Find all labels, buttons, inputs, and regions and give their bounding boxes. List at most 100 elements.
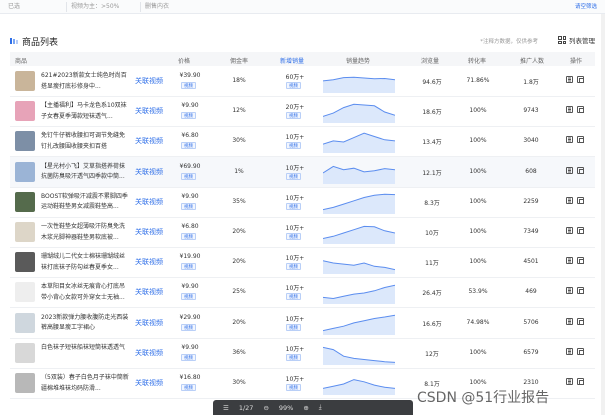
column-commission[interactable]: 佣金率 [230,56,248,65]
product-name[interactable]: 【星光村小飞】艾草指搭养荷抹抗菌防臭吸汗透气四季款中筒... [41,162,130,184]
page-title: 商品列表 [22,38,59,48]
conversion-rate: 71.86% [466,77,490,84]
related-video-link[interactable]: 关联视频 [135,76,163,86]
table-row[interactable]: 珊瑚绒儿二代女士棉袜珊瑚绒丝袜打底袜子防勾丝春夏季女... 关联视频 ¥19.90 视… [10,247,595,279]
detail-icon[interactable] [566,227,573,234]
add-icon[interactable] [577,196,584,204]
product-name[interactable]: 2023新款弹力腰收腹防走光西装裤高腰显瘦工字裙心 [41,313,130,335]
add-icon[interactable] [577,76,584,83]
product-thumbnail[interactable] [15,191,35,212]
sales-trend-sparkline [323,285,395,305]
related-video-link[interactable]: 关联视频 [135,257,163,267]
product-name[interactable]: BOOST软弹吸汗减震不累脚四季运动鞋鞋垫男女减震鞋垫高... [41,192,130,214]
detail-icon[interactable] [566,136,573,144]
related-video-link[interactable]: 关联视频 [135,378,163,388]
column-price[interactable]: 价格 [178,56,190,65]
table-row[interactable]: 白色袜子短袜船袜短筒袜透透气 关联视频 ¥9.90 视频 36% 10万+ 视频 12万 100… [10,338,595,369]
add-icon[interactable] [577,227,584,234]
product-thumbnail[interactable] [15,101,35,122]
table-row[interactable]: 2023新款弹力腰收腹防走光西装裤高腰显瘦工字裙心 关联视频 ¥29.90 视频 20%… [10,308,595,339]
add-icon[interactable] [577,106,584,114]
view-count: 26.4万 [422,290,442,298]
table-row[interactable]: 621#2023新款女士纯色时尚百搭显瘦打底衫修身中... 关联视频 ¥39.90 视… [10,66,595,97]
related-video-link[interactable]: 关联视频 [135,227,163,237]
column-views[interactable]: 浏览量 [421,56,439,65]
promoter-count: 2259 [523,197,539,205]
product-thumbnail[interactable] [15,252,35,273]
page-indicator[interactable]: 1/27 [239,404,254,412]
promoter-count: 3040 [523,137,539,145]
column-new-sales[interactable]: 新增销量 [280,56,304,65]
related-video-link[interactable]: 关联视频 [135,197,163,207]
detail-icon[interactable] [566,166,573,174]
product-thumbnail[interactable] [15,373,35,393]
add-icon[interactable] [577,347,584,355]
add-icon[interactable] [577,136,584,144]
video-tag: 视频 [181,233,196,240]
promoter-count: 5706 [523,318,539,326]
zoom-out-icon[interactable]: ⊖ [263,404,268,412]
related-video-link[interactable]: 关联视频 [135,287,163,297]
related-video-link[interactable]: 关联视频 [135,136,163,146]
detail-icon[interactable] [566,317,573,325]
detail-icon[interactable] [566,257,573,265]
conversion-rate: 53.9% [468,288,488,296]
vertical-scrollbar[interactable] [601,14,605,415]
product-name[interactable]: 本草阳目女冰丝无痕背心打底吊带小背心女款可外穿女士无袖... [41,282,130,304]
product-thumbnail[interactable] [15,131,35,152]
product-name[interactable]: 珊瑚绒儿二代女士棉袜珊瑚绒丝袜打底袜子防勾丝春夏季女... [41,252,130,274]
trend-area [323,193,395,214]
related-video-link[interactable]: 关联视频 [135,106,163,116]
table-row[interactable]: 【星光村小飞】艾草指搭养荷抹抗菌防臭吸汗透气四季款中筒... 关联视频 ¥69.90… [10,156,595,188]
product-name[interactable]: （5双装）春子白色月子袜中筒新疆棉堆堆袜均码防滑... [41,373,130,395]
detail-icon[interactable] [566,287,573,295]
sales-trend-sparkline [323,76,395,93]
list-header: 商品列表 *注释方数据，仅供参考 列表管理 [10,33,595,49]
related-video-link[interactable]: 关联视频 [135,167,163,177]
product-thumbnail[interactable] [15,71,35,91]
zoom-in-icon[interactable]: ⊕ [303,404,308,412]
clear-filters-link[interactable]: 请空筛选 [575,2,597,10]
product-name[interactable]: 【主播福利】马卡龙色系10双袜子女春夏季薄款短袜透气... [41,101,130,123]
sidebar-toggle-icon[interactable]: ☰ [223,404,229,412]
product-thumbnail[interactable] [15,222,35,242]
sales-trend-sparkline [323,103,395,124]
column-actions: 操作 [570,58,583,65]
add-icon[interactable] [577,287,584,295]
product-thumbnail[interactable] [15,161,35,182]
product-price: ¥39.90 [179,72,201,79]
table-row[interactable]: 本草阳目女冰丝无痕背心打底吊带小背心女款可外穿女士无袖... 关联视频 ¥9.90 视… [10,277,595,309]
product-name[interactable]: 621#2023新款女士纯色时尚百搭显瘦打底衫修身中... [41,71,130,93]
table-header: 商品 价格 佣金率 新增销量 销量趋势 浏览量 转化率 推广人数 操作 [10,52,595,66]
detail-icon[interactable] [566,347,573,355]
add-icon[interactable] [577,257,584,265]
table-row[interactable]: 一次性鞋垫女超薄吸汗防臭免洗木浆光脚神器鞋垫男软底被... 关联视频 ¥6.80 视频… [10,217,595,248]
add-icon[interactable] [577,378,584,385]
new-sales: 10万+ [285,194,305,202]
detail-icon[interactable] [566,106,573,114]
table-row[interactable]: 【主播福利】马卡龙色系10双袜子女春夏季薄款短袜透气... 关联视频 ¥9.90 视频… [10,96,595,128]
product-name[interactable]: 一次性鞋垫女超薄吸汗防臭免洗木浆光脚神器鞋垫男软底被... [41,222,130,244]
add-icon[interactable] [577,317,584,325]
table-row[interactable]: 免钉牛仔裤收腰扣可调节免缝免钉扎改腰围收腰夹扣百搭 关联视频 ¥6.80 视频 30% 1… [10,126,595,158]
detail-icon[interactable] [566,196,573,204]
product-thumbnail[interactable] [15,342,35,363]
filter-remove-underwear[interactable]: 删售内衣 [140,2,169,12]
filter-video-ratio[interactable]: 视频为主：>50% [66,2,119,12]
download-icon[interactable]: ⤓ [319,403,322,412]
add-icon[interactable] [577,166,584,174]
view-count: 12.1万 [422,169,442,177]
column-promoters[interactable]: 推广人数 [520,56,544,65]
column-manage-button[interactable]: 列表管理 [558,35,595,45]
detail-icon[interactable] [566,378,573,385]
related-video-link[interactable]: 关联视频 [135,318,163,328]
product-name[interactable]: 白色袜子短袜船袜短筒袜透透气 [41,343,130,365]
detail-icon[interactable] [566,76,573,83]
table-row[interactable]: BOOST软弹吸汗减震不累脚四季运动鞋鞋垫男女减震鞋垫高... 关联视频 ¥9.90… [10,187,595,218]
related-video-link[interactable]: 关联视频 [135,348,163,358]
product-thumbnail[interactable] [15,312,35,333]
product-name[interactable]: 免钉牛仔裤收腰扣可调节免缝免钉扎改腰围收腰夹扣百搭 [41,131,130,153]
product-thumbnail[interactable] [15,282,35,303]
column-conversion[interactable]: 转化率 [468,56,486,65]
commission-rate: 20% [232,258,246,266]
